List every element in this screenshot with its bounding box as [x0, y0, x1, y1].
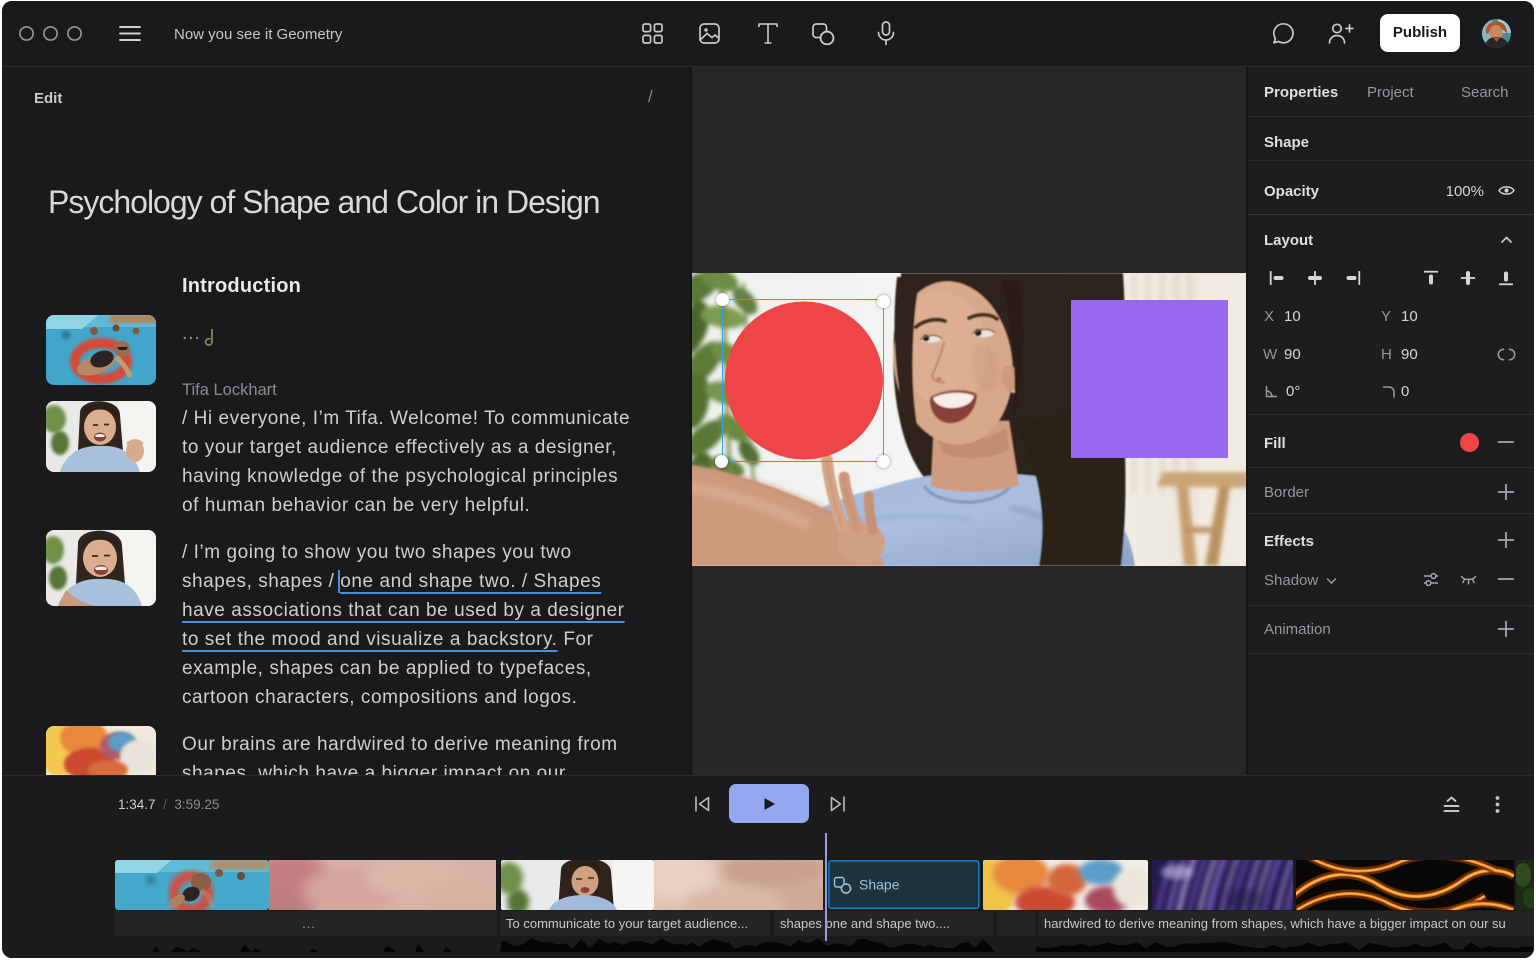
- svg-text:Shape: Shape: [859, 877, 900, 893]
